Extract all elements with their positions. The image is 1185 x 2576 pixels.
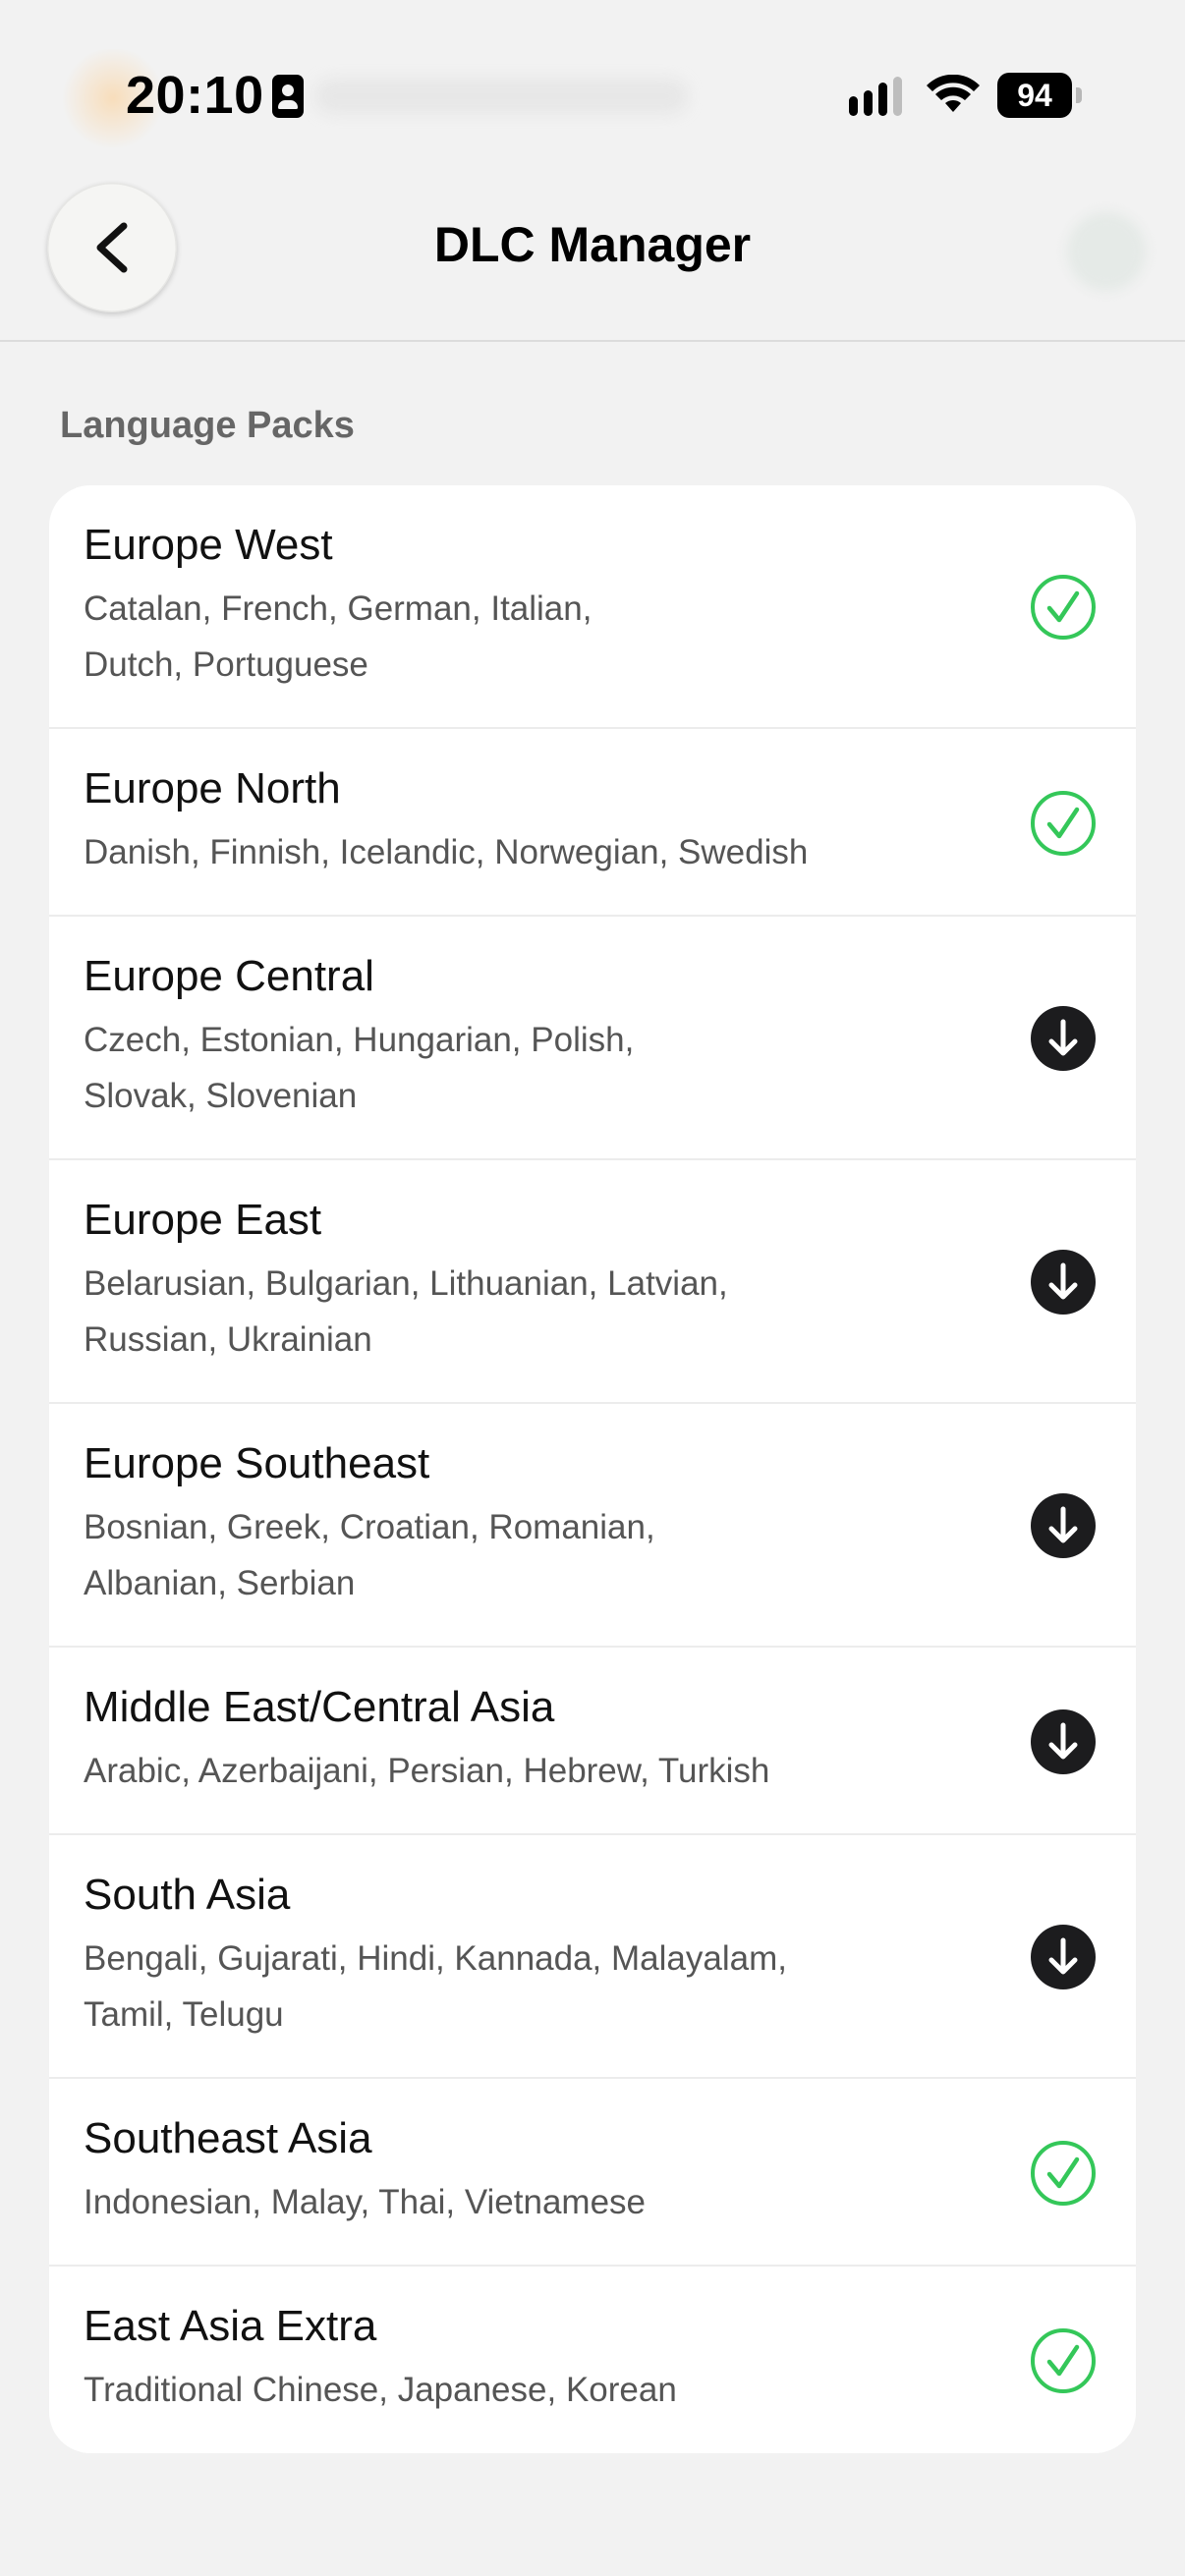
list-item[interactable]: Europe Central Czech, Estonian, Hungaria… [49, 917, 1136, 1160]
pack-name: Middle East/Central Asia [84, 1683, 555, 1731]
list-item[interactable]: Europe Southeast Bosnian, Greek, Croatia… [49, 1404, 1136, 1648]
list-item[interactable]: South Asia Bengali, Gujarati, Hindi, Kan… [49, 1835, 1136, 2079]
list-item[interactable]: Europe East Belarusian, Bulgarian, Lithu… [49, 1160, 1136, 1404]
pack-languages-line2: Albanian, Serbian [84, 1564, 356, 1602]
pack-languages: Catalan, French, German, Italian, Dutch,… [84, 581, 968, 693]
installed-check-icon [1031, 2141, 1096, 2206]
status-bar: 20:10 94 [0, 0, 1185, 187]
pack-name: Europe Central [84, 952, 374, 1000]
pack-languages-line1: Catalan, French, German, Italian, [84, 589, 592, 628]
pack-languages: Bosnian, Greek, Croatian, Romanian, Alba… [84, 1499, 968, 1611]
battery-cap [1076, 87, 1082, 103]
pack-languages: Czech, Estonian, Hungarian, Polish, Slov… [84, 1012, 968, 1124]
download-icon[interactable] [1030, 1249, 1097, 1316]
list-item[interactable]: Europe North Danish, Finnish, Icelandic,… [49, 729, 1136, 917]
pack-languages-line1: Bosnian, Greek, Croatian, Romanian, [84, 1508, 655, 1546]
status-bar-blur-secondary [314, 79, 688, 114]
list-item[interactable]: Europe West Catalan, French, German, Ita… [49, 485, 1136, 729]
pack-languages-line1: Bengali, Gujarati, Hindi, Kannada, Malay… [84, 1939, 787, 1978]
pack-languages-line2: Russian, Ukrainian [84, 1320, 372, 1359]
download-icon[interactable] [1030, 1924, 1097, 1990]
page-title: DLC Manager [433, 217, 752, 272]
pack-name: Southeast Asia [84, 2114, 372, 2162]
download-icon[interactable] [1030, 1492, 1097, 1559]
pack-languages-line2: Dutch, Portuguese [84, 645, 368, 684]
pack-name: Europe Southeast [84, 1439, 430, 1487]
id-card-icon [272, 75, 304, 118]
installed-check-icon [1031, 791, 1096, 856]
download-icon[interactable] [1030, 1708, 1097, 1775]
pack-languages-line1: Danish, Finnish, Icelandic, Norwegian, S… [84, 833, 809, 871]
battery-icon: 94 [997, 73, 1082, 118]
pack-languages: Traditional Chinese, Japanese, Korean [84, 2362, 968, 2418]
pack-languages-line2: Slovak, Slovenian [84, 1077, 358, 1115]
list-item[interactable]: Southeast Asia Indonesian, Malay, Thai, … [49, 2079, 1136, 2267]
installed-check-icon [1031, 575, 1096, 640]
battery-level: 94 [997, 73, 1072, 118]
pack-languages-line1: Czech, Estonian, Hungarian, Polish, [84, 1021, 635, 1059]
language-packs-list: Europe West Catalan, French, German, Ita… [49, 485, 1136, 2453]
nav-placeholder-button [1067, 212, 1146, 291]
list-item[interactable]: East Asia Extra Traditional Chinese, Jap… [49, 2267, 1136, 2453]
cellular-signal-icon [849, 77, 910, 118]
installed-check-icon [1031, 2328, 1096, 2393]
pack-languages-line2: Tamil, Telugu [84, 1995, 284, 2034]
wifi-icon [927, 75, 980, 112]
download-icon[interactable] [1030, 1005, 1097, 1072]
pack-languages-line1: Arabic, Azerbaijani, Persian, Hebrew, Tu… [84, 1752, 770, 1790]
pack-languages: Bengali, Gujarati, Hindi, Kannada, Malay… [84, 1931, 968, 2043]
pack-name: Europe North [84, 764, 341, 812]
pack-languages-line1: Indonesian, Malay, Thai, Vietnamese [84, 2183, 647, 2221]
pack-languages: Arabic, Azerbaijani, Persian, Hebrew, Tu… [84, 1743, 968, 1799]
navigation-bar: DLC Manager [0, 167, 1185, 340]
section-header: Language Packs [60, 405, 355, 446]
status-time: 20:10 [126, 66, 264, 125]
pack-name: Europe West [84, 521, 333, 569]
pack-languages: Danish, Finnish, Icelandic, Norwegian, S… [84, 824, 968, 880]
pack-name: Europe East [84, 1196, 322, 1244]
pack-name: South Asia [84, 1871, 291, 1919]
pack-languages-line1: Belarusian, Bulgarian, Lithuanian, Latvi… [84, 1264, 728, 1303]
pack-languages: Belarusian, Bulgarian, Lithuanian, Latvi… [84, 1256, 968, 1368]
pack-languages: Indonesian, Malay, Thai, Vietnamese [84, 2174, 968, 2230]
nav-divider [0, 340, 1185, 342]
pack-languages-line1: Traditional Chinese, Japanese, Korean [84, 2371, 677, 2409]
list-item[interactable]: Middle East/Central Asia Arabic, Azerbai… [49, 1648, 1136, 1835]
pack-name: East Asia Extra [84, 2302, 377, 2350]
